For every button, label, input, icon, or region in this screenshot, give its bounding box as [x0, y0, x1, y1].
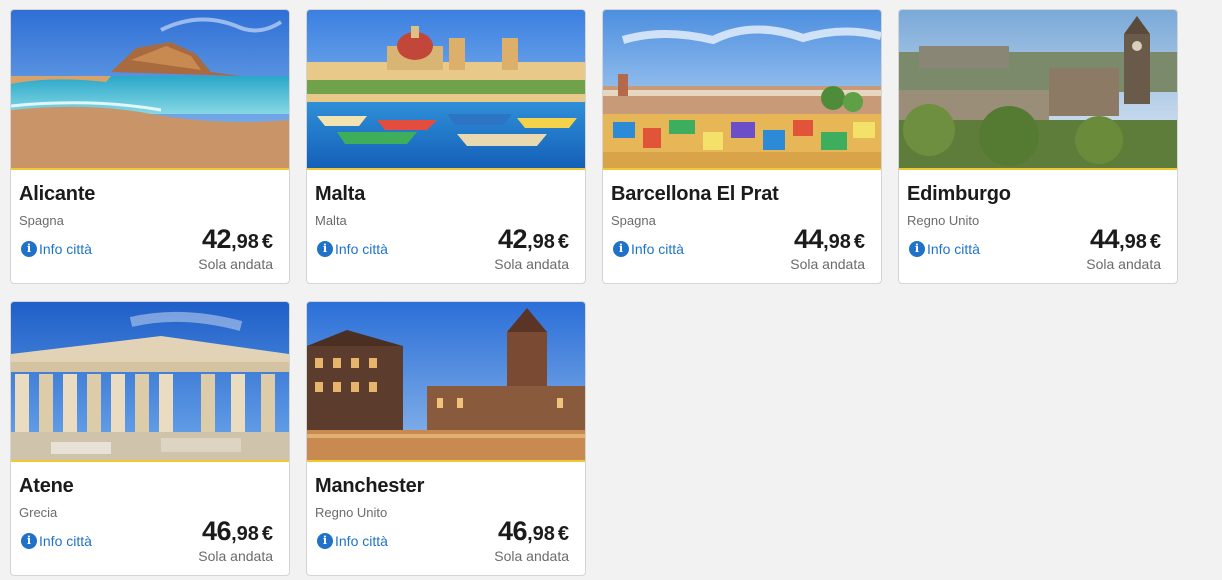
destination-city: Barcellona El Prat: [611, 183, 779, 205]
price: 46,98 €: [202, 516, 273, 547]
info-icon: i: [21, 241, 37, 257]
info-icon: i: [317, 241, 333, 257]
price: 46,98 €: [498, 516, 569, 547]
info-city-label: Info città: [39, 533, 92, 549]
price: 42,98 €: [202, 224, 273, 255]
destination-card-atene[interactable]: Atene Grecia i Info città 46,98 € Sola an…: [10, 301, 290, 576]
destination-city: Atene: [19, 475, 74, 497]
card-accent-divider: [11, 168, 289, 170]
beach-cliff-photo: [11, 10, 289, 168]
price-currency: €: [261, 523, 273, 545]
price-decimal: ,98: [527, 523, 555, 545]
fare-type: Sola andata: [790, 256, 865, 272]
fare-type: Sola andata: [198, 548, 273, 564]
card-accent-divider: [11, 460, 289, 462]
price-currency: €: [1149, 231, 1161, 253]
info-icon: i: [317, 533, 333, 549]
price-decimal: ,98: [231, 523, 259, 545]
town-hall-dusk-photo: [307, 302, 585, 460]
destination-city: Manchester: [315, 475, 425, 497]
card-accent-divider: [307, 460, 585, 462]
destination-card-barcellona[interactable]: Barcellona El Prat Spagna i Info città 4…: [602, 9, 882, 284]
info-city-label: Info città: [335, 533, 388, 549]
destination-country: Regno Unito: [907, 213, 980, 228]
price-integer: 42: [202, 224, 232, 254]
destination-city: Edimburgo: [907, 183, 1011, 205]
destination-card-manchester[interactable]: Manchester Regno Unito i Info città 46,9…: [306, 301, 586, 576]
price: 42,98 €: [498, 224, 569, 255]
card-accent-divider: [899, 168, 1177, 170]
card-accent-divider: [603, 168, 881, 170]
info-city-label: Info città: [335, 241, 388, 257]
price-integer: 46: [498, 516, 528, 546]
info-icon: i: [909, 241, 925, 257]
destinations-grid: Alicante Spagna i Info città 42,98 € Sola…: [0, 0, 1222, 580]
info-icon: i: [21, 533, 37, 549]
price-integer: 42: [498, 224, 528, 254]
price-decimal: ,98: [231, 231, 259, 253]
price: 44,98 €: [1090, 224, 1161, 255]
price-currency: €: [557, 523, 569, 545]
park-guell-mosaic-photo: [603, 10, 881, 168]
price-currency: €: [261, 231, 273, 253]
destination-country: Grecia: [19, 505, 58, 520]
info-city-link[interactable]: i Info città: [613, 241, 684, 257]
destination-country: Malta: [315, 213, 347, 228]
info-city-label: Info città: [927, 241, 980, 257]
price-currency: €: [557, 231, 569, 253]
destination-country: Regno Unito: [315, 505, 388, 520]
destination-country: Spagna: [611, 213, 656, 228]
price-integer: 44: [794, 224, 824, 254]
price-currency: €: [853, 231, 865, 253]
harbor-boats-photo: [307, 10, 585, 168]
destination-city: Alicante: [19, 183, 96, 205]
info-icon: i: [613, 241, 629, 257]
fare-type: Sola andata: [1086, 256, 1161, 272]
price-integer: 44: [1090, 224, 1120, 254]
parthenon-photo: [11, 302, 289, 460]
destination-city: Malta: [315, 183, 366, 205]
price-integer: 46: [202, 516, 232, 546]
info-city-link[interactable]: i Info città: [21, 533, 92, 549]
price-decimal: ,98: [823, 231, 851, 253]
info-city-label: Info città: [631, 241, 684, 257]
info-city-link[interactable]: i Info città: [21, 241, 92, 257]
destination-country: Spagna: [19, 213, 64, 228]
destination-card-edimburgo[interactable]: Edimburgo Regno Unito i Info città 44,98…: [898, 9, 1178, 284]
old-town-skyline-photo: [899, 10, 1177, 168]
destination-card-malta[interactable]: Malta Malta i Info città 42,98 € Sola and…: [306, 9, 586, 284]
price-decimal: ,98: [527, 231, 555, 253]
info-city-label: Info città: [39, 241, 92, 257]
destination-card-alicante[interactable]: Alicante Spagna i Info città 42,98 € Sola…: [10, 9, 290, 284]
info-city-link[interactable]: i Info città: [317, 533, 388, 549]
fare-type: Sola andata: [494, 548, 569, 564]
info-city-link[interactable]: i Info città: [317, 241, 388, 257]
price-decimal: ,98: [1119, 231, 1147, 253]
info-city-link[interactable]: i Info città: [909, 241, 980, 257]
fare-type: Sola andata: [494, 256, 569, 272]
price: 44,98 €: [794, 224, 865, 255]
fare-type: Sola andata: [198, 256, 273, 272]
card-accent-divider: [307, 168, 585, 170]
